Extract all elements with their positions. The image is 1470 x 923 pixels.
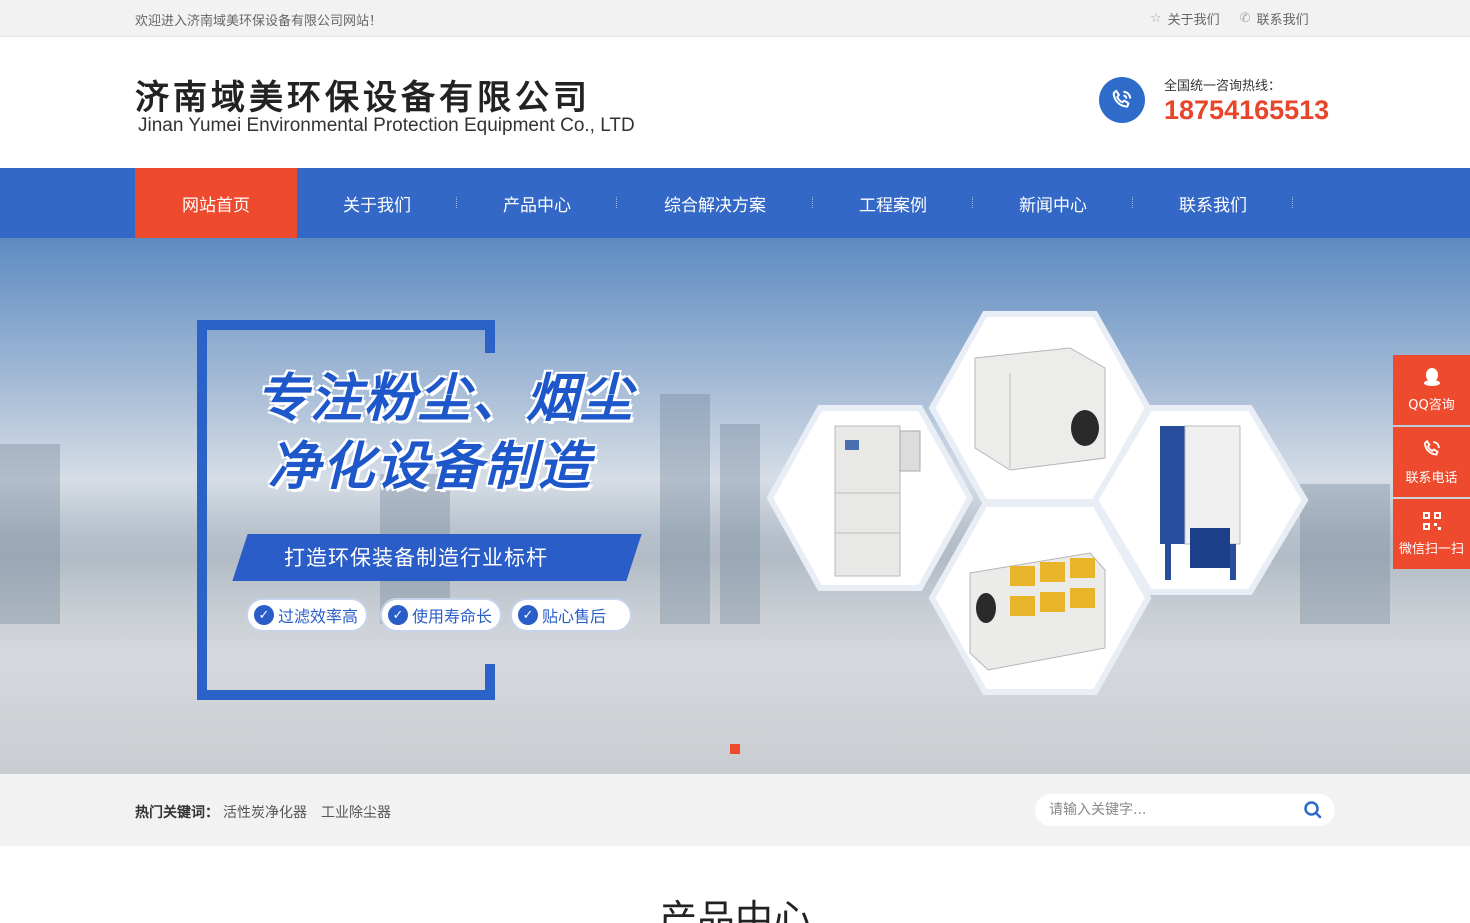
top-link-contact[interactable]: ✆ 联系我们	[1240, 9, 1309, 28]
nav-item-news[interactable]: 新闻中心	[973, 168, 1133, 238]
hotline-label: 全国统一咨询热线：	[1164, 79, 1282, 94]
qrcode-icon	[1422, 511, 1442, 534]
nav-item-about[interactable]: 关于我们	[297, 168, 457, 238]
feature-label: 使用寿命长	[412, 607, 493, 626]
feature-label: 贴心售后	[542, 607, 607, 626]
phone-icon	[1421, 438, 1443, 463]
nav-item-home[interactable]: 网站首页	[135, 168, 297, 238]
product-hex-dust-collector	[766, 405, 974, 591]
phone-icon: ✆	[1239, 11, 1251, 26]
hotline-number: 18754165513	[1164, 95, 1330, 125]
slide-indicator-active[interactable]	[730, 744, 740, 754]
nav-item-label: 工程案例	[859, 195, 927, 216]
nav-item-label: 网站首页	[182, 195, 250, 216]
search-button[interactable]	[1303, 800, 1323, 820]
star-icon: ☆	[1150, 11, 1162, 26]
site-header: 济南域美环保设备有限公司 Jinan Yumei Environmental P…	[0, 37, 1470, 168]
top-link-about[interactable]: ☆ 关于我们	[1150, 9, 1220, 28]
qq-consult-button[interactable]: QQ咨询	[1393, 355, 1470, 425]
hot-keyword-link[interactable]: 工业除尘器	[321, 802, 391, 822]
nav-item-cases[interactable]: 工程案例	[813, 168, 973, 238]
nav-item-contact[interactable]: 联系我们	[1133, 168, 1293, 238]
top-link-about-label: 关于我们	[1167, 13, 1220, 28]
keyword-bar: 热门关键词： 活性炭净化器 工业除尘器	[0, 774, 1470, 846]
nav-item-label: 新闻中心	[1019, 195, 1087, 216]
search-box	[1035, 794, 1335, 826]
nav-list: 网站首页 关于我们 产品中心 综合解决方案 工程案例 新闻中心 联系我们	[135, 168, 1293, 238]
hot-keywords-label: 热门关键词：	[135, 805, 219, 821]
welcome-text: 欢迎进入济南域美环保设备有限公司网站！	[135, 14, 383, 29]
hotline-phone-icon	[1099, 77, 1145, 123]
frame-top-right	[485, 320, 495, 353]
main-nav: 网站首页 关于我们 产品中心 综合解决方案 工程案例 新闻中心 联系我们	[0, 168, 1470, 238]
bg-building	[0, 444, 60, 624]
nav-item-label: 综合解决方案	[664, 195, 766, 216]
slogan-line-2: 净化设备制造	[268, 436, 593, 497]
frame-top	[197, 320, 495, 330]
frame-bottom	[197, 690, 495, 700]
nav-item-label: 产品中心	[503, 195, 571, 216]
side-item-label: 微信扫一扫	[1398, 542, 1464, 557]
check-icon: ✓	[518, 605, 538, 625]
feature-badge: ✓ 使用寿命长	[380, 598, 502, 632]
frame-bottom-right	[485, 664, 495, 700]
frame-left	[197, 320, 207, 700]
slogan-line-1: 专注粉尘、烟尘	[256, 368, 635, 429]
banner-slogan: 专注粉尘、烟尘 净化设备制造	[256, 365, 634, 501]
top-bar: 欢迎进入济南域美环保设备有限公司网站！ ☆ 关于我们 ✆ 联系我们	[0, 0, 1470, 37]
banner-ribbon-text: 打造环保装备制造行业标杆	[284, 546, 548, 570]
contact-phone-button[interactable]: 联系电话	[1393, 427, 1470, 497]
wechat-scan-button[interactable]: 微信扫一扫	[1393, 499, 1470, 569]
product-hexagons	[766, 311, 1309, 695]
nav-item-products[interactable]: 产品中心	[457, 168, 617, 238]
floating-contact-bar: QQ咨询 联系电话 微信扫一扫	[1393, 355, 1470, 571]
nav-item-label: 联系我们	[1179, 195, 1247, 216]
feature-label: 过滤效率高	[278, 607, 359, 626]
search-icon	[1304, 801, 1322, 819]
nav-item-solutions[interactable]: 综合解决方案	[617, 168, 813, 238]
bg-building	[720, 424, 760, 624]
section-title: 产品中心	[658, 897, 811, 923]
check-icon: ✓	[254, 605, 274, 625]
side-item-label: QQ咨询	[1408, 398, 1455, 413]
side-item-label: 联系电话	[1405, 471, 1458, 486]
nav-divider	[1292, 197, 1293, 208]
bg-building	[660, 394, 710, 624]
feature-badge: ✓ 过滤效率高	[246, 598, 368, 632]
top-links: ☆ 关于我们 ✆ 联系我们	[1150, 9, 1309, 28]
nav-item-label: 关于我们	[343, 195, 411, 216]
feature-badge: ✓ 贴心售后	[510, 598, 632, 632]
hot-keyword-link[interactable]: 活性炭净化器	[223, 802, 307, 822]
search-input[interactable]	[1049, 800, 1289, 820]
top-link-contact-label: 联系我们	[1256, 13, 1309, 28]
company-name-cn[interactable]: 济南域美环保设备有限公司	[135, 70, 591, 119]
qq-icon	[1422, 367, 1442, 390]
hero-banner[interactable]: 专注粉尘、烟尘 净化设备制造 打造环保装备制造行业标杆 ✓ 过滤效率高 ✓ 使用…	[0, 238, 1470, 774]
company-name-en: Jinan Yumei Environmental Protection Equ…	[138, 115, 635, 136]
check-icon: ✓	[388, 605, 408, 625]
